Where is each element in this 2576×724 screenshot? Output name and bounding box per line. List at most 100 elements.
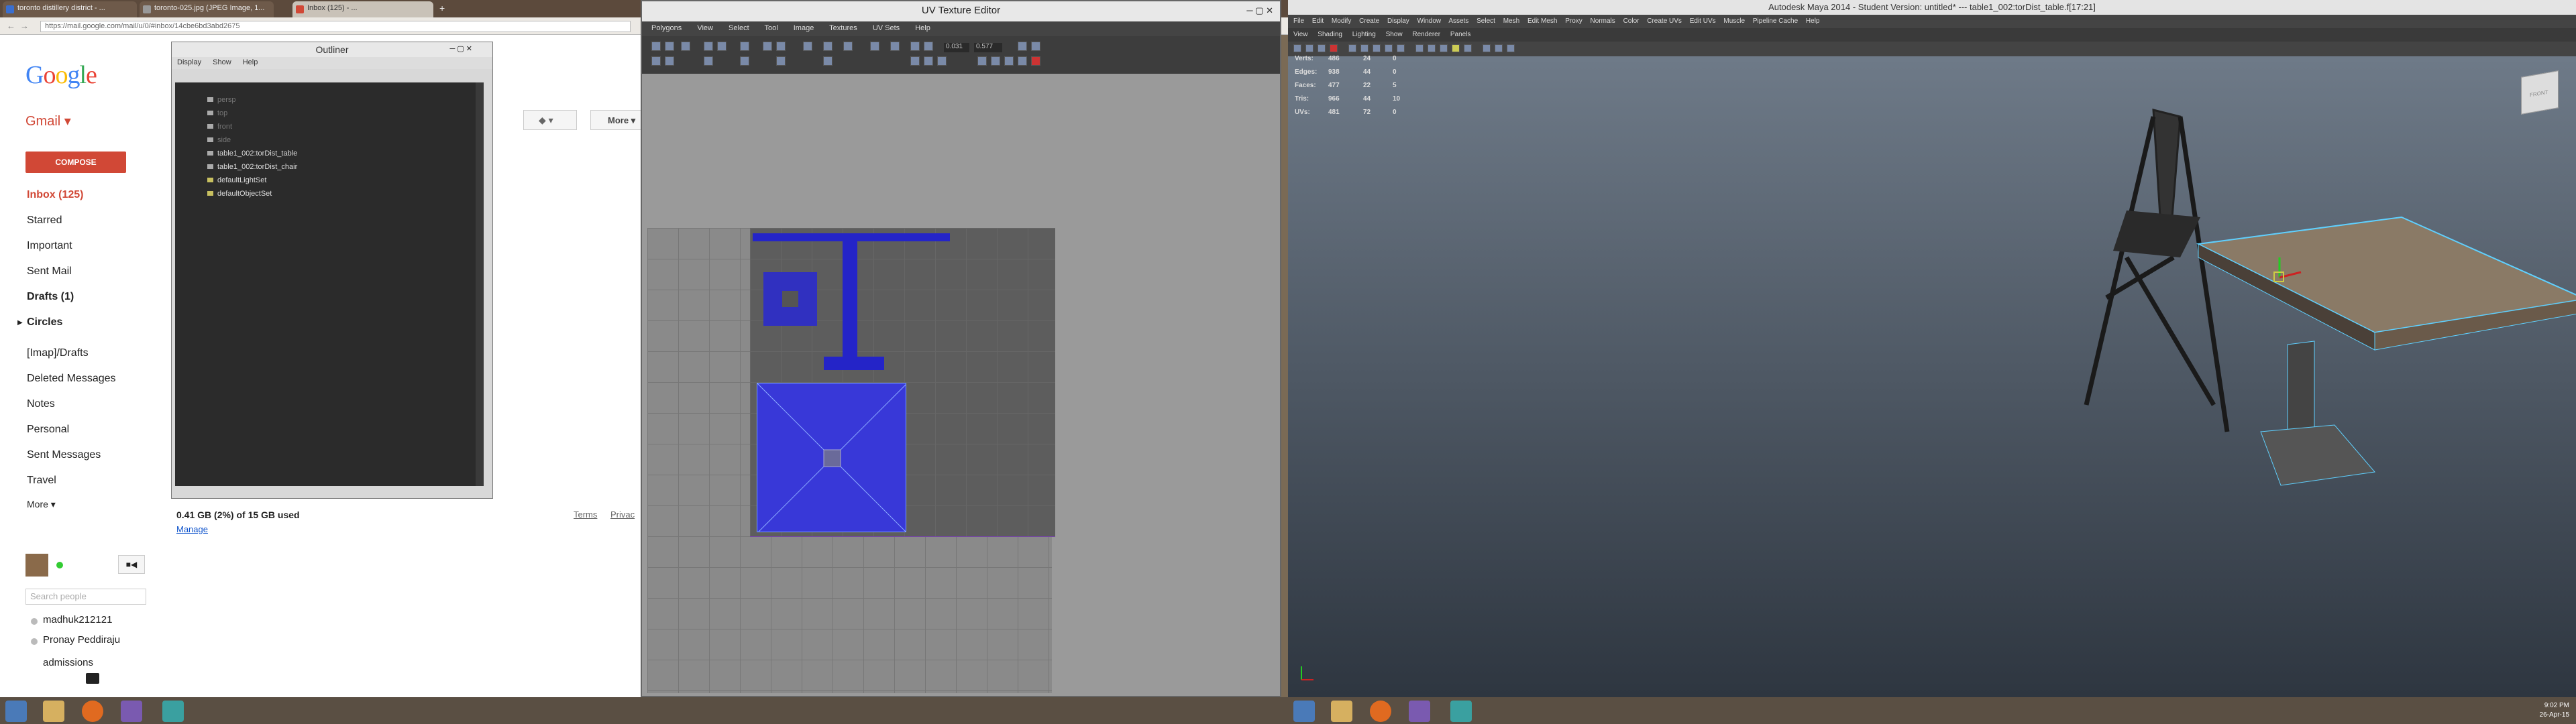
tool-icon[interactable] [740,42,749,51]
tool-icon[interactable] [924,56,933,66]
labels-button[interactable]: ◆ ▾ [523,110,577,130]
contact-item[interactable]: madhuk212121 [43,614,112,625]
browser-tab-active[interactable]: Inbox (125) - ... [292,1,433,17]
uv-field-u[interactable]: 0.031 [944,43,969,52]
tool-icon[interactable] [1397,44,1405,52]
menu-create[interactable]: Create [1359,17,1379,25]
tool-icon[interactable] [651,56,661,66]
forward-icon[interactable]: → [20,21,29,31]
nav-sent-messages[interactable]: Sent Messages [27,449,101,461]
tool-icon[interactable] [910,56,920,66]
firefox-icon[interactable] [1370,701,1391,722]
menu-display[interactable]: Display [177,58,201,66]
tool-icon[interactable] [1348,44,1356,52]
menu-uv-sets[interactable]: UV Sets [873,24,900,32]
panel-menu-panels[interactable]: Panels [1450,31,1471,38]
tool-icon[interactable] [1031,56,1040,66]
url-field[interactable]: https://mail.google.com/mail/u/0/#inbox/… [40,21,631,32]
tool-icon[interactable] [1018,56,1027,66]
firefox-icon[interactable] [82,701,103,722]
uv-shell-tabletop[interactable] [757,383,906,532]
tool-icon[interactable] [1305,44,1313,52]
menu-show[interactable]: Show [213,58,231,66]
chat-icon[interactable] [86,673,99,684]
menu-color[interactable]: Color [1623,17,1640,25]
panel-menu-renderer[interactable]: Renderer [1412,31,1440,38]
browser-tab[interactable]: toronto distillery district - ... [3,1,137,17]
tool-icon[interactable] [740,56,749,66]
menu-select[interactable]: Select [1477,17,1495,25]
menu-create-uvs[interactable]: Create UVs [1647,17,1682,25]
tool-icon[interactable] [1507,44,1515,52]
tool-icon[interactable] [717,42,727,51]
maya-icon[interactable] [162,701,184,722]
menu-textures[interactable]: Textures [829,24,857,32]
outliner-item[interactable]: persp [207,96,236,104]
tool-icon[interactable] [843,42,853,51]
tool-icon[interactable] [924,42,933,51]
outliner-item[interactable]: table1_002:torDist_table [207,149,297,158]
uv-shell-leg[interactable] [843,241,857,365]
outliner-item[interactable]: defaultLightSet [207,176,266,184]
taskbar-clock[interactable]: 9:02 PM 26-Apr-15 [2529,701,2569,720]
tool-icon[interactable] [1031,42,1040,51]
menu-file[interactable]: File [1293,17,1304,25]
tool-icon[interactable] [1330,44,1338,52]
uv-shell-small[interactable] [763,272,817,326]
file-explorer-icon[interactable] [43,701,64,722]
tool-icon[interactable] [991,56,1000,66]
menu-image[interactable]: Image [794,24,814,32]
maya-icon[interactable] [1450,701,1472,722]
panel-menu-lighting[interactable]: Lighting [1352,31,1376,38]
panel-menu-show[interactable]: Show [1386,31,1403,38]
file-explorer-icon[interactable] [1331,701,1352,722]
gmail-product-label[interactable]: Gmail ▾ [25,113,71,129]
panel-menu-view[interactable]: View [1293,31,1308,38]
menu-select[interactable]: Select [729,24,749,32]
nav-personal[interactable]: Personal [27,424,69,436]
expand-arrow-icon[interactable]: ▶ [17,319,23,326]
uv-shell-tabletop-edge[interactable] [753,233,950,241]
menu-tool[interactable]: Tool [764,24,777,32]
outliner-item[interactable]: table1_002:torDist_chair [207,163,297,171]
outliner-item[interactable]: defaultObjectSet [207,190,272,198]
panel-menu-shading[interactable]: Shading [1318,31,1342,38]
outliner-item[interactable]: top [207,109,227,117]
uv-field-v[interactable]: 0.577 [974,43,1002,52]
tool-icon[interactable] [1428,44,1436,52]
menu-help[interactable]: Help [1806,17,1820,25]
tool-icon[interactable] [1318,44,1326,52]
menu-normals[interactable]: Normals [1591,17,1615,25]
tool-icon[interactable] [1415,44,1424,52]
scrollbar[interactable] [476,82,484,486]
new-tab-icon[interactable]: + [439,3,445,13]
menu-window[interactable]: Window [1417,17,1442,25]
nav-inbox[interactable]: Inbox (125) [27,189,83,201]
back-icon[interactable]: ← [7,21,15,31]
tool-icon[interactable] [681,42,690,51]
menu-help[interactable]: Help [243,58,258,66]
uv-grid-canvas[interactable] [647,228,1055,693]
tool-icon[interactable] [651,42,661,51]
start-windows-icon[interactable] [1293,701,1315,722]
menu-edit-mesh[interactable]: Edit Mesh [1527,17,1557,25]
tool-icon[interactable] [776,56,786,66]
menu-pipeline-cache[interactable]: Pipeline Cache [1753,17,1798,25]
tool-icon[interactable] [1452,44,1460,52]
tool-icon[interactable] [1018,42,1027,51]
menu-mesh[interactable]: Mesh [1503,17,1519,25]
menu-muscle[interactable]: Muscle [1723,17,1745,25]
manage-link[interactable]: Manage [176,524,208,534]
more-button[interactable]: More ▾ [590,110,644,130]
tool-icon[interactable] [823,56,833,66]
tool-icon[interactable] [910,42,920,51]
perspective-viewport[interactable]: Verts: 486 24 0 Edges: 938 44 0 Faces: 4… [1288,55,2576,697]
nav-drafts[interactable]: Drafts (1) [27,291,74,303]
tool-icon[interactable] [665,56,674,66]
tool-icon[interactable] [763,42,772,51]
nav-notes[interactable]: Notes [27,398,55,410]
tool-icon[interactable] [1004,56,1014,66]
start-windows-icon[interactable] [5,701,27,722]
menu-proxy[interactable]: Proxy [1565,17,1582,25]
tool-icon[interactable] [1483,44,1491,52]
